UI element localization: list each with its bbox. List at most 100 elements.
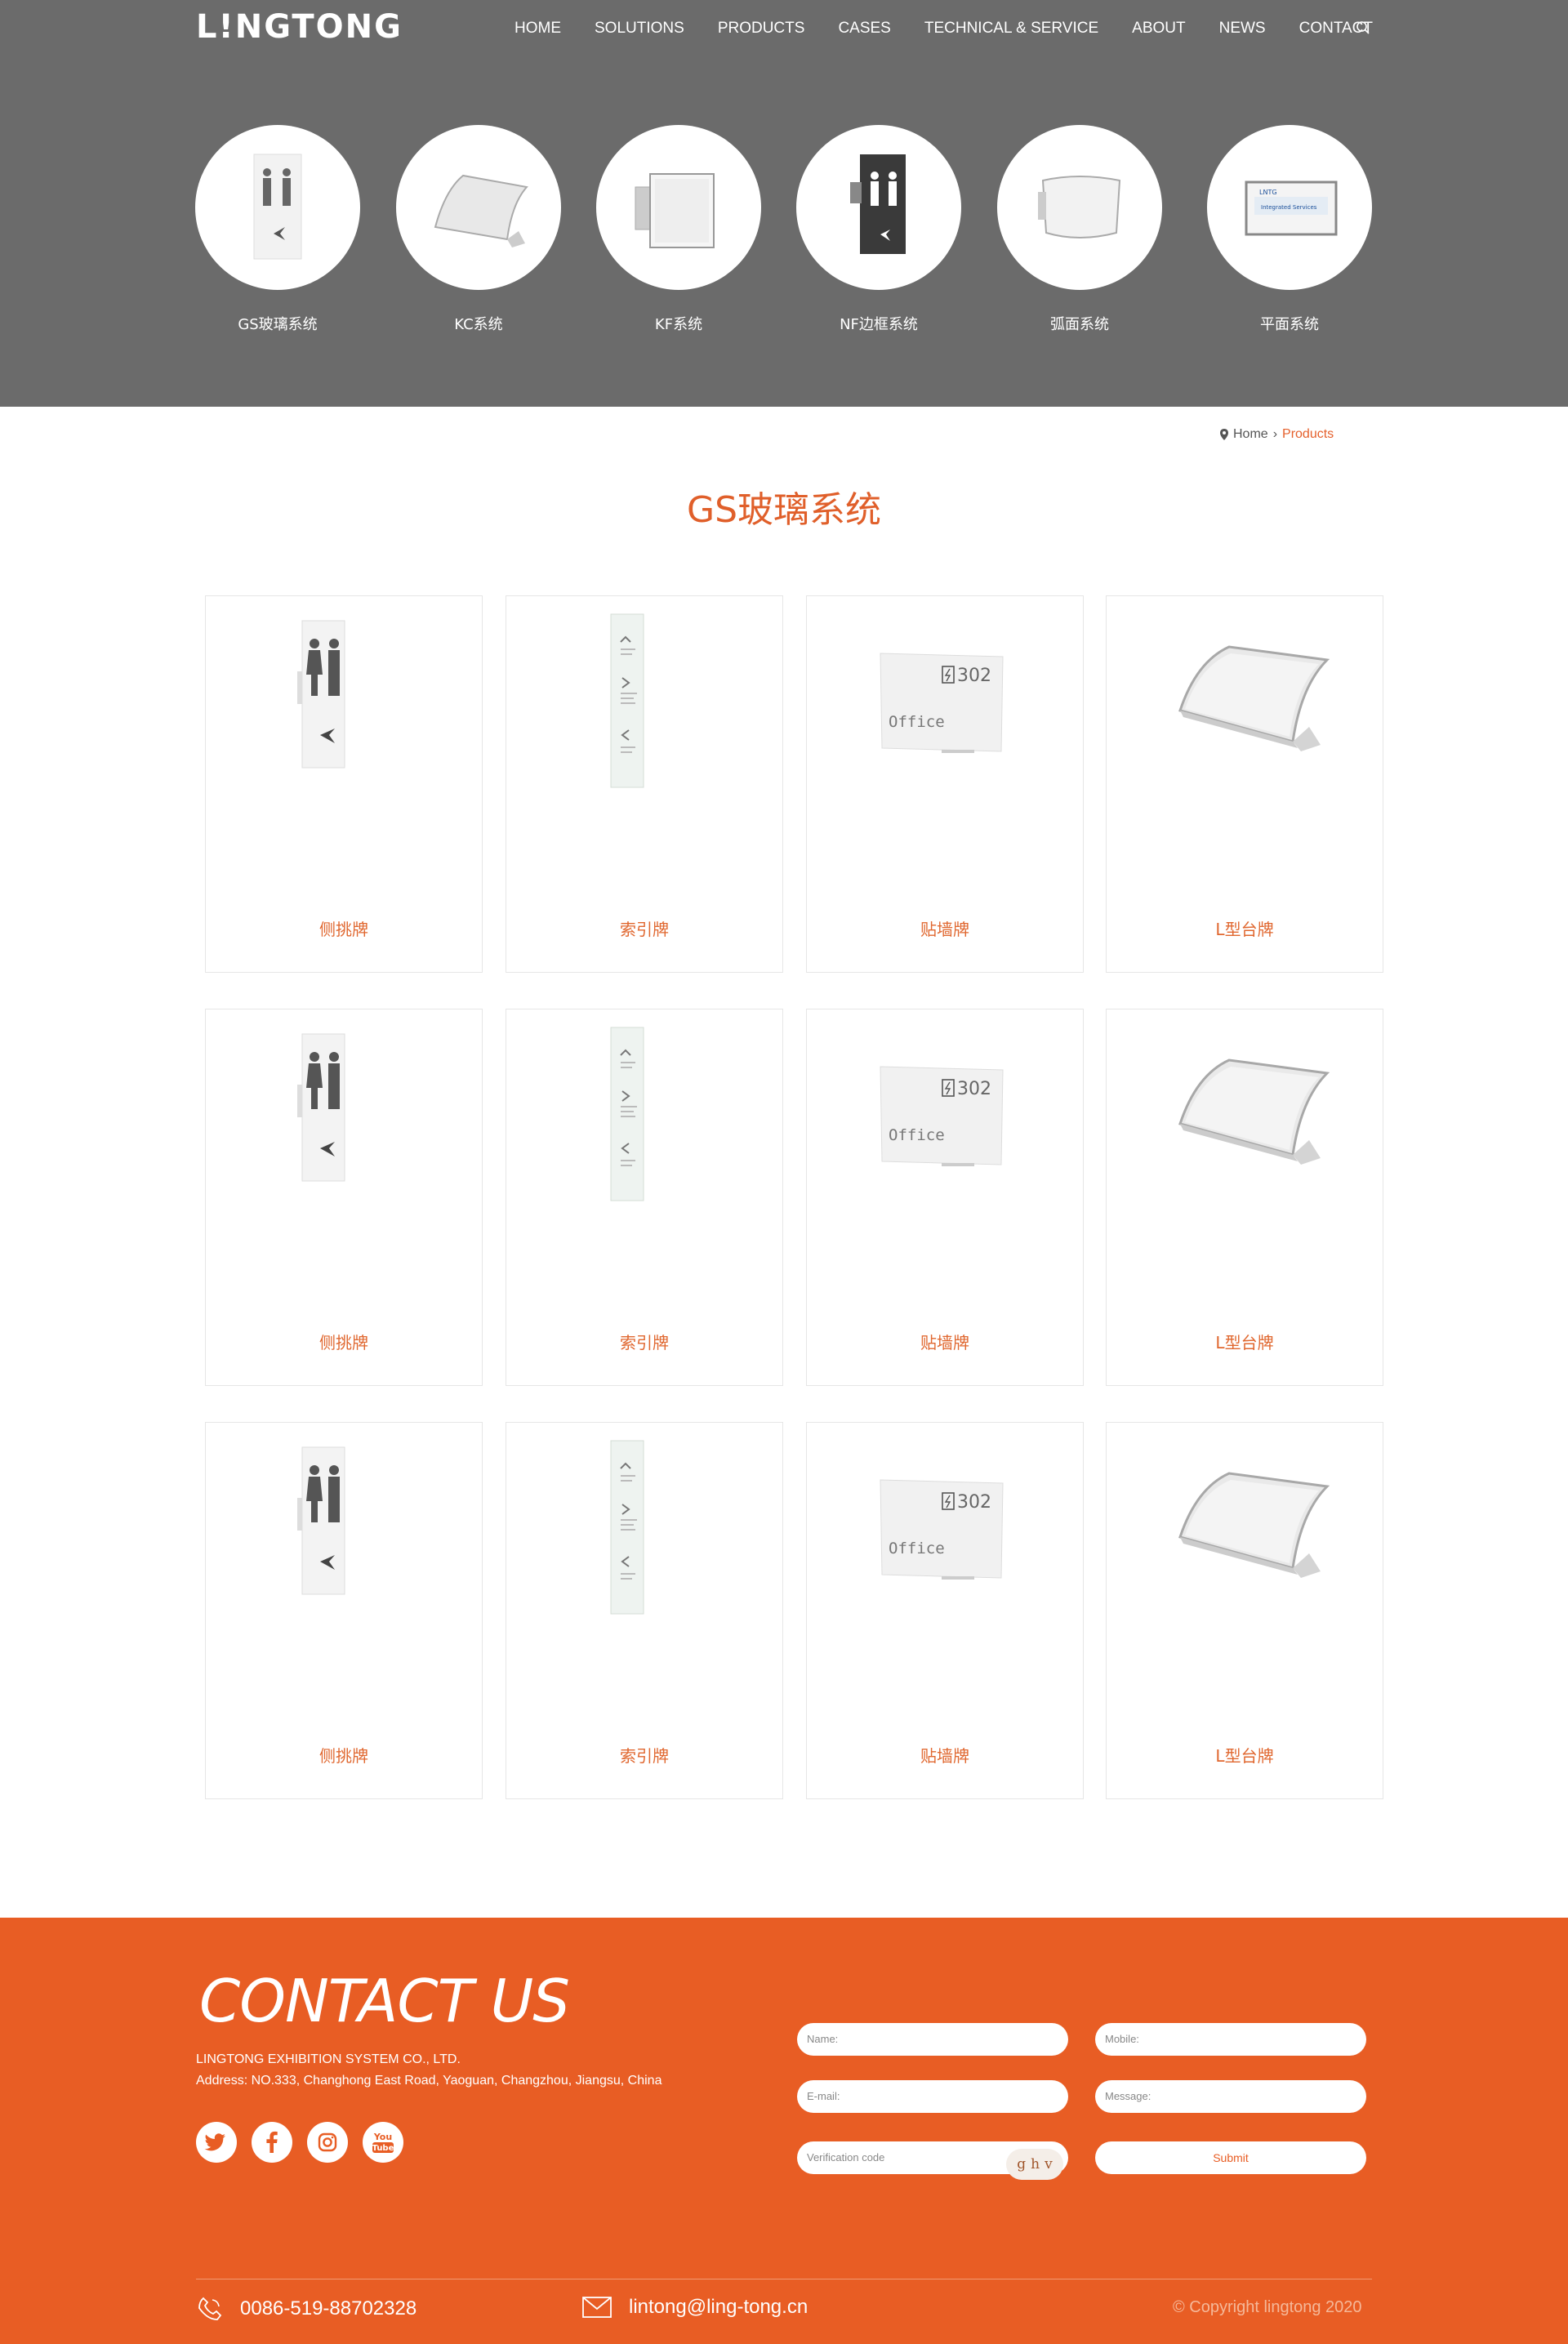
- category-kf[interactable]: KF系统: [596, 125, 761, 334]
- location-pin-icon: [1220, 429, 1228, 440]
- mail-icon: [582, 2297, 612, 2318]
- product-card[interactable]: 302 Office 贴墙牌: [806, 1422, 1084, 1799]
- captcha-image[interactable]: g h v: [1006, 2149, 1063, 2180]
- nav-cases[interactable]: CASES: [823, 18, 909, 39]
- product-label[interactable]: 侧挑牌: [206, 1330, 482, 1353]
- product-card[interactable]: 侧挑牌: [205, 1422, 483, 1799]
- room-name: Office: [889, 1540, 945, 1557]
- email-address[interactable]: lintong@ling-tong.cn: [629, 2296, 808, 2319]
- category-nf[interactable]: NF边框系统: [796, 125, 961, 334]
- captcha-char: g: [1017, 2156, 1027, 2172]
- page-title: GS玻璃系统: [686, 489, 882, 531]
- category-label: 平面系统: [1260, 316, 1319, 333]
- category-kc[interactable]: KC系统: [396, 125, 561, 334]
- nav-about[interactable]: ABOUT: [1117, 18, 1204, 39]
- product-image: 302 Office: [880, 1479, 1004, 1580]
- product-card[interactable]: 侧挑牌: [205, 1009, 483, 1386]
- logo[interactable]: L!NGTONG: [196, 8, 403, 46]
- breadcrumb-separator: ›: [1272, 427, 1278, 441]
- product-label[interactable]: 侧挑牌: [206, 916, 482, 940]
- product-label[interactable]: 侧挑牌: [206, 1743, 482, 1767]
- product-label[interactable]: 索引牌: [506, 1743, 782, 1767]
- room-number: 302: [957, 1492, 991, 1513]
- nav-technical-service[interactable]: TECHNICAL & SERVICE: [910, 18, 1117, 39]
- product-card[interactable]: 索引牌: [506, 1009, 783, 1386]
- product-card[interactable]: L型台牌: [1106, 1422, 1383, 1799]
- nav-contact[interactable]: CONTACT: [1285, 18, 1392, 39]
- category-label: 弧面系统: [1050, 316, 1109, 333]
- submit-button[interactable]: Submit: [1095, 2141, 1366, 2174]
- nav-solutions[interactable]: SOLUTIONS: [580, 18, 703, 39]
- product-label[interactable]: L型台牌: [1107, 1743, 1383, 1767]
- product-card[interactable]: 302 Office 贴墙牌: [806, 595, 1084, 973]
- category-gs[interactable]: GS玻璃系统: [195, 125, 360, 334]
- youtube-label-bottom: Tube: [372, 2144, 394, 2153]
- product-card[interactable]: 索引牌: [506, 595, 783, 973]
- nav-products[interactable]: PRODUCTS: [703, 18, 824, 39]
- mobile-field[interactable]: Mobile:: [1095, 2023, 1366, 2056]
- product-label[interactable]: 索引牌: [506, 916, 782, 940]
- header-banner: L!NGTONG HOME SOLUTIONS PRODUCTS CASES T…: [0, 0, 1568, 407]
- product-image: [1178, 1472, 1330, 1578]
- name-field[interactable]: Name:: [797, 2023, 1068, 2056]
- nav-news[interactable]: NEWS: [1205, 18, 1285, 39]
- product-card[interactable]: 索引牌: [506, 1422, 783, 1799]
- product-label[interactable]: 贴墙牌: [807, 1743, 1083, 1767]
- product-card[interactable]: 侧挑牌: [205, 595, 483, 973]
- product-image: [297, 1446, 345, 1595]
- category-label: KC系统: [454, 316, 503, 333]
- twitter-icon[interactable]: [196, 2122, 237, 2163]
- facebook-icon[interactable]: [252, 2122, 292, 2163]
- phone-info: 0086-519-88702328: [196, 2295, 416, 2323]
- category-label: NF边框系统: [840, 316, 918, 333]
- email-info: lintong@ling-tong.cn: [581, 2295, 808, 2319]
- category-label: KF系统: [654, 316, 703, 333]
- breadcrumb-home[interactable]: Home: [1233, 427, 1268, 442]
- company-address: Address: NO.333, Changhong East Road, Ya…: [196, 2074, 662, 2088]
- instagram-icon[interactable]: [307, 2122, 348, 2163]
- youtube-label-top: You: [373, 2132, 392, 2142]
- product-card[interactable]: 302 Office 贴墙牌: [806, 1009, 1084, 1386]
- youtube-icon[interactable]: You Tube: [363, 2122, 403, 2163]
- copyright: © Copyright lingtong 2020: [1173, 2298, 1362, 2316]
- captcha-char: h: [1031, 2156, 1040, 2172]
- product-label[interactable]: 索引牌: [506, 1330, 782, 1353]
- product-label[interactable]: L型台牌: [1107, 1330, 1383, 1353]
- product-image: 302 Office: [880, 653, 1004, 753]
- flat-sign-brand: LNTG: [1259, 189, 1277, 196]
- room-name: Office: [889, 1126, 945, 1144]
- category-image: [997, 125, 1162, 290]
- breadcrumb-current[interactable]: Products: [1282, 427, 1334, 442]
- room-number: 302: [957, 666, 991, 686]
- product-image: [610, 1440, 644, 1615]
- category-image: LNTG Integrated Services: [1207, 125, 1372, 290]
- product-image: [297, 1033, 345, 1182]
- product-image: [1178, 1058, 1330, 1165]
- product-label[interactable]: 贴墙牌: [807, 1330, 1083, 1353]
- category-image: [195, 125, 360, 290]
- contact-title: CONTACT US: [199, 1967, 570, 2035]
- category-carousel: GS玻璃系统 KC系统 KF系统 NF边框系统 弧面系统 LNTG Integr…: [0, 125, 1568, 337]
- room-number: 302: [957, 1079, 991, 1099]
- breadcrumb: Home › Products: [1220, 427, 1334, 442]
- room-name: Office: [889, 713, 945, 731]
- category-image: [596, 125, 761, 290]
- category-flat[interactable]: LNTG Integrated Services 平面系统: [1207, 125, 1372, 334]
- company-name: LINGTONG EXHIBITION SYSTEM CO., LTD.: [196, 2052, 461, 2066]
- product-label[interactable]: 贴墙牌: [807, 916, 1083, 940]
- main-nav: HOME SOLUTIONS PRODUCTS CASES TECHNICAL …: [500, 18, 1392, 39]
- nav-home[interactable]: HOME: [500, 18, 580, 39]
- product-image: 302 Office: [880, 1066, 1004, 1166]
- email-field[interactable]: E-mail:: [797, 2080, 1068, 2113]
- product-image: [610, 613, 644, 788]
- message-field[interactable]: Message:: [1095, 2080, 1366, 2113]
- phone-number[interactable]: 0086-519-88702328: [240, 2297, 416, 2320]
- category-curved[interactable]: 弧面系统: [997, 125, 1162, 334]
- product-card[interactable]: L型台牌: [1106, 1009, 1383, 1386]
- search-icon[interactable]: [1356, 20, 1370, 35]
- category-image: [396, 125, 561, 290]
- category-image: [796, 125, 961, 290]
- product-label[interactable]: L型台牌: [1107, 916, 1383, 940]
- flat-sign-caption: Integrated Services: [1261, 204, 1317, 211]
- product-card[interactable]: L型台牌: [1106, 595, 1383, 973]
